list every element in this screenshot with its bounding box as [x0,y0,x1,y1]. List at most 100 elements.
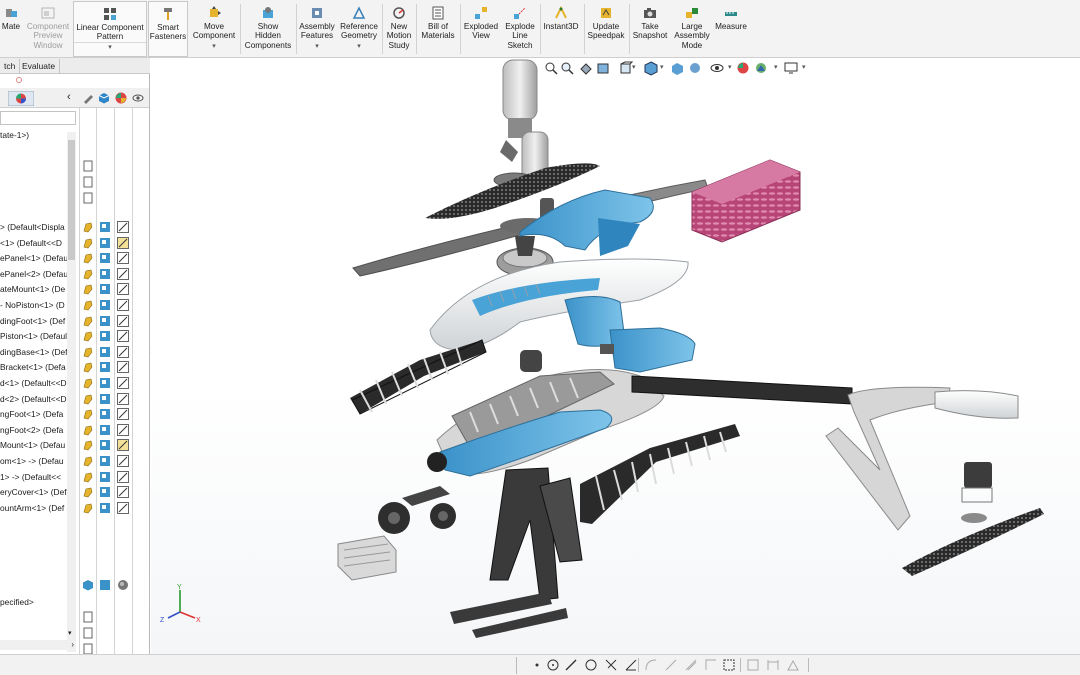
chevron-down-icon[interactable]: ▾ [660,63,664,71]
point-icon[interactable] [530,658,544,672]
display-state-icon[interactable] [99,346,111,358]
smart-fasteners-button[interactable]: Smart Fasteners [148,1,188,57]
chevron-down-icon[interactable]: ▾ [338,42,380,51]
apply-scene-icon[interactable] [736,61,751,76]
component-state-icon[interactable] [82,486,94,498]
component-state-icon[interactable] [82,471,94,483]
move-component-button[interactable]: Move Component ▾ [190,0,238,58]
tree-item[interactable]: - NoPiston<1> (D [0,298,68,312]
display-state-icon[interactable] [99,439,111,451]
sketch-angle-icon[interactable] [624,658,638,672]
reference-geometry-button[interactable]: Reference Geometry ▾ [338,0,380,58]
appearance-cell-icon[interactable] [117,470,129,483]
document-icon[interactable] [82,627,94,639]
appearance-cell-icon[interactable] [117,330,129,343]
component-state-icon[interactable] [82,330,94,342]
chamfer-icon[interactable] [664,658,678,672]
circle-outline-icon[interactable] [584,658,598,672]
display-state-icon[interactable] [99,502,111,514]
mirror-icon[interactable] [746,658,760,672]
component-state-icon[interactable] [82,237,94,249]
display-state-icon[interactable] [99,299,111,311]
appearance-cell-icon[interactable] [117,408,129,421]
zoom-to-fit-icon[interactable] [544,61,559,76]
display-state-icon[interactable] [99,455,111,467]
component-state-icon[interactable] [82,408,94,420]
chevron-down-icon[interactable]: ▾ [632,63,636,71]
scroll-right-icon[interactable]: › [71,640,74,649]
component-state-icon[interactable] [82,283,94,295]
appearance-cell-icon[interactable] [117,283,129,296]
chevron-down-icon[interactable]: ▾ [74,42,146,53]
tree-item[interactable]: eryCover<1> (Def [0,485,68,499]
monitor-icon[interactable] [784,61,799,76]
component-state-icon[interactable] [82,455,94,467]
rect-icon[interactable] [722,658,736,672]
document-icon[interactable] [82,643,94,654]
component-state-icon[interactable] [82,393,94,405]
appearance-cell-icon[interactable] [117,486,129,499]
tree-item[interactable]: ePanel<2> (Defau [0,267,68,281]
rect-corner-icon[interactable] [704,658,718,672]
appearance-cell-icon[interactable] [117,439,129,452]
dynamic-annotation-icon[interactable] [618,61,634,76]
tree-item[interactable]: d<2> (Default<<D [0,392,68,406]
appearance-cell-icon[interactable] [117,501,129,514]
bill-of-materials-button[interactable]: Bill of Materials [418,0,458,58]
relation-icon[interactable] [786,658,800,672]
mate-button[interactable]: Mate [0,0,22,58]
tree-item[interactable]: om<1> -> (Defau [0,454,68,468]
component-state-icon[interactable] [82,439,94,451]
tree-item[interactable]: 1> -> (Default<< [0,470,68,484]
display-state-icon[interactable] [99,579,111,591]
display-state-icon[interactable] [99,377,111,389]
new-motion-study-button[interactable]: New Motion Study [384,0,414,58]
linear-component-pattern-button[interactable]: Linear Component Pattern ▾ [73,1,147,57]
component-state-icon[interactable] [82,424,94,436]
take-snapshot-button[interactable]: Take Snapshot [631,0,669,58]
tree-root-item[interactable]: tate-1>) [0,128,68,142]
tree-item[interactable]: Mount<1> (Defau [0,438,68,452]
show-hidden-components-button[interactable]: Show Hidden Components [242,0,294,58]
component-state-icon[interactable] [82,346,94,358]
component-state-icon[interactable] [82,252,94,264]
measure-button[interactable]: Measure [713,0,749,58]
graphics-area[interactable]: Y X Z ▾ ▾ ▾ ▾ ▾ [151,59,1080,654]
tab-evaluate[interactable]: Evaluate [18,59,61,73]
tree-item[interactable]: d<1> (Default<<D [0,376,68,390]
appearance-cell-icon[interactable] [117,377,129,389]
fillet-icon[interactable] [644,658,658,672]
document-icon[interactable] [82,192,94,204]
appearance-cell-icon[interactable] [117,267,129,280]
display-state-icon[interactable] [99,393,111,405]
component-preview-window-button[interactable]: Component Preview Window [24,0,72,58]
component-state-icon[interactable] [82,221,94,233]
tree-item[interactable]: dingFoot<1> (Def [0,314,68,328]
tree-item[interactable]: ngFoot<1> (Defa [0,407,68,421]
display-state-icon[interactable] [99,408,111,420]
view-settings-icon[interactable] [754,61,769,76]
assembly-features-button[interactable]: Assembly Features ▾ [298,0,336,58]
tree-item[interactable]: Bracket<1> (Defa [0,360,68,374]
appearance-cell-icon[interactable] [117,455,129,467]
circle-icon[interactable] [546,658,560,672]
appearance-cell-icon[interactable] [117,252,129,265]
display-style-icon[interactable] [670,61,685,76]
component-state-icon[interactable] [82,268,94,280]
document-icon[interactable] [82,611,94,623]
component-state-icon[interactable] [82,315,94,327]
display-state-icon[interactable] [99,268,111,280]
hide-show-items-icon[interactable] [688,61,703,76]
display-state-icon[interactable] [99,330,111,342]
cube-icon[interactable] [82,579,94,591]
display-state-icon[interactable] [99,283,111,295]
appearance-cell-icon[interactable] [117,345,129,358]
trim-icon[interactable] [604,658,618,672]
view-orientation-icon[interactable] [644,61,659,76]
tree-item[interactable]: ateMount<1> (De [0,282,68,296]
chevron-down-icon[interactable]: ▾ [774,63,778,71]
chevron-down-icon[interactable]: ▾ [190,42,238,51]
display-state-icon[interactable] [99,486,111,498]
scrollbar-thumb[interactable] [68,140,75,260]
tree-item[interactable]: ountArm<1> (Def [0,501,68,515]
